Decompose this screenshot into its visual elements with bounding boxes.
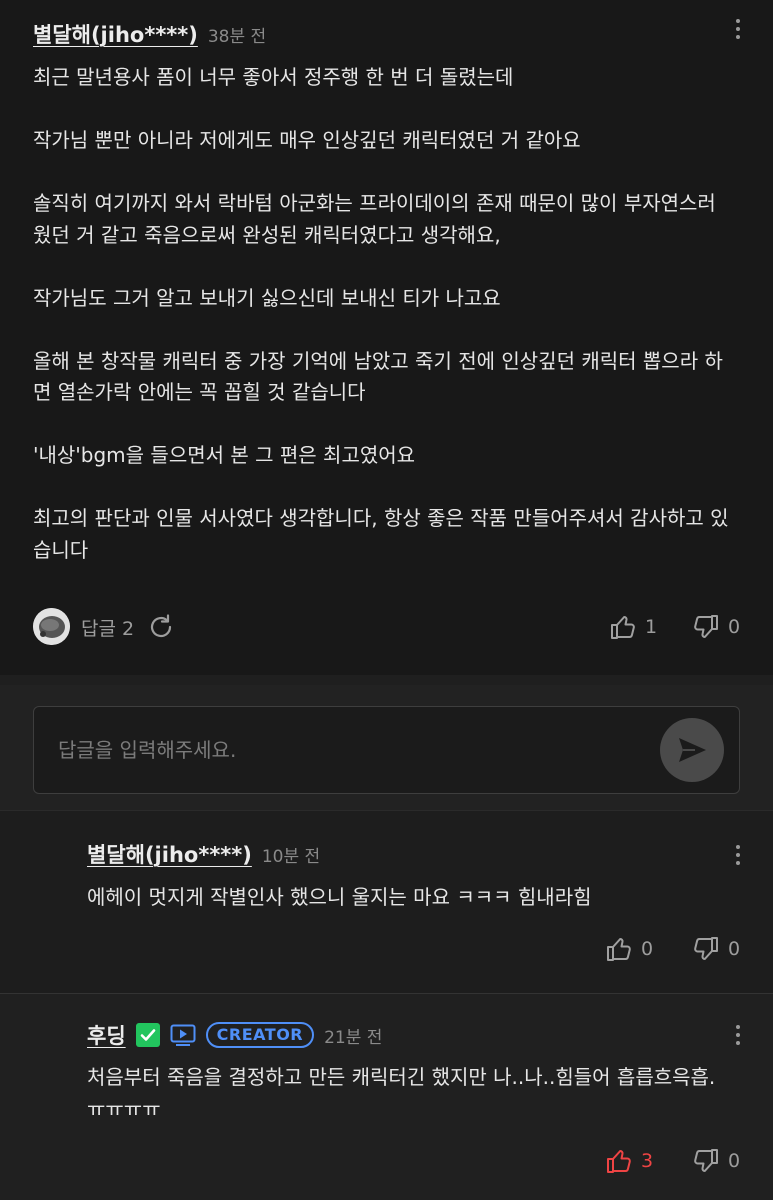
reply-item: 후딩 CREATOR 21분 전 처음부터 죽음을 결정하고 만든 캐릭터긴 했…: [0, 993, 773, 1200]
reply-item: 별달해(jiho****) 10분 전 에헤이 멋지게 작별인사 했으니 울지는…: [0, 810, 773, 993]
more-options-icon[interactable]: [726, 1020, 750, 1050]
creator-badge: CREATOR: [205, 1022, 315, 1048]
comment-paragraph: '내상'bgm을 들으면서 본 그 편은 최고였어요: [33, 443, 416, 467]
reply-time: 10분 전: [261, 846, 321, 867]
send-button[interactable]: [660, 718, 724, 782]
comment-paragraph: 작가님 뿐만 아니라 저에게도 매우 인상깊던 캐릭터였던 거 같아요: [33, 128, 581, 152]
reply-text: 에헤이 멋지게 작별인사 했으니 울지는 마요 ㅋㅋㅋ 힘내라힘: [87, 885, 592, 909]
thumbs-down-icon: [694, 937, 718, 960]
comment-paragraph: 올해 본 창작물 캐릭터 중 가장 기억에 남았고 죽기 전에 인상깊던 캐릭터…: [33, 348, 723, 405]
comment-paragraph: 작가님도 그거 알고 보내기 싫으신데 보내신 티가 나고요: [33, 285, 501, 310]
like-count: 3: [641, 1150, 654, 1172]
thumbs-down-icon: [694, 1149, 718, 1172]
reply-input-box: [33, 706, 740, 794]
comment-paragraph: 최고의 판단과 인물 서사였다 생각합니다, 항상 좋은 작품 만들어주셔서 감…: [33, 506, 729, 562]
comment-author[interactable]: 별달해(jiho****): [33, 19, 198, 49]
dislike-count: 0: [728, 1150, 741, 1172]
dislike-button[interactable]: 0: [692, 1147, 740, 1175]
dislike-count: 0: [728, 938, 741, 960]
dislike-button[interactable]: 0: [692, 613, 740, 641]
send-icon: [679, 738, 706, 762]
like-count: 1: [645, 616, 658, 638]
comment-body: 최근 말년용사 폼이 너무 좋아서 정주행 한 번 더 돌렸는데 작가님 뿐만 …: [33, 62, 733, 566]
dislike-count: 0: [728, 616, 741, 638]
reply-text: 처음부터 죽음을 결정하고 만든 캐릭터긴 했지만 나..나..힘들어 흡릅흐윽…: [87, 1065, 716, 1121]
dislike-button[interactable]: 0: [692, 935, 740, 963]
section-divider: [0, 675, 773, 685]
like-button[interactable]: 0: [605, 935, 653, 963]
reply-header: 별달해(jiho****) 10분 전: [87, 839, 320, 869]
main-comment: 별달해(jiho****) 38분 전 최근 말년용사 폼이 너무 좋아서 정주…: [0, 0, 773, 675]
comment-paragraph: 최근 말년용사 폼이 너무 좋아서 정주행 한 번 더 돌렸는데: [33, 65, 514, 89]
video-creator-icon: [170, 1024, 196, 1046]
reply-header: 후딩 CREATOR 21분 전: [87, 1020, 382, 1050]
thumbs-down-icon: [694, 615, 718, 638]
like-count: 0: [641, 938, 654, 960]
like-button[interactable]: 3: [605, 1147, 653, 1175]
thumbs-up-icon: [607, 938, 631, 961]
refresh-icon[interactable]: [146, 612, 176, 646]
reply-author[interactable]: 후딩: [87, 1020, 126, 1050]
comment-footer: 답글 2 1 0: [33, 607, 743, 647]
replies-toggle[interactable]: 답글 2: [81, 614, 134, 641]
comment-time: 38분 전: [207, 27, 267, 47]
comment-header: 별달해(jiho****) 38분 전: [33, 19, 266, 49]
avatar[interactable]: [33, 608, 70, 645]
reply-composer: [0, 685, 773, 810]
reply-author[interactable]: 별달해(jiho****): [87, 839, 252, 869]
thumbs-up-icon: [607, 1150, 631, 1173]
reply-time: 21분 전: [324, 1027, 383, 1048]
more-options-icon[interactable]: [726, 14, 750, 44]
verified-check-icon: [135, 1023, 160, 1047]
thumbs-up-icon: [611, 616, 635, 639]
reply-input[interactable]: [58, 733, 618, 767]
comment-paragraph: 솔직히 여기까지 와서 락바텀 아군화는 프라이데이의 존재 때문이 많이 부자…: [33, 191, 716, 247]
like-button[interactable]: 1: [609, 613, 657, 641]
more-options-icon[interactable]: [726, 840, 750, 870]
